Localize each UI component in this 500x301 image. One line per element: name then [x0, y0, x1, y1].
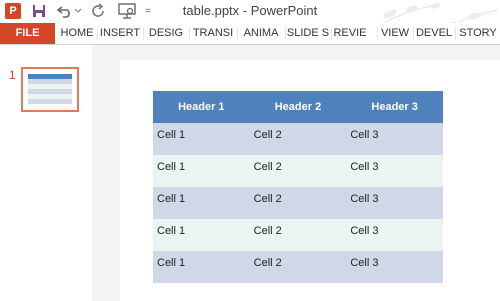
tab-animations[interactable]: ANIMA	[238, 23, 284, 44]
tab-storyline[interactable]: STORY	[456, 23, 500, 44]
table-cell[interactable]: Cell 1	[153, 251, 250, 283]
table-row: Cell 1 Cell 2 Cell 3	[153, 155, 443, 187]
table-cell[interactable]: Cell 2	[249, 155, 347, 187]
window-title: table.pptx - PowerPoint	[182, 3, 318, 18]
pane-splitter[interactable]	[92, 45, 120, 301]
table-cell[interactable]: Cell 1	[153, 155, 250, 187]
table-row: Cell 1 Cell 2 Cell 3	[153, 123, 443, 155]
table-cell[interactable]: Cell 1	[153, 219, 250, 251]
table-header-cell[interactable]: Header 1	[153, 91, 250, 123]
table-row: Cell 1 Cell 2 Cell 3	[153, 251, 443, 283]
table-header-cell[interactable]: Header 2	[249, 91, 347, 123]
table-cell[interactable]: Cell 1	[153, 123, 250, 155]
title-bar: P = table.pptx - PowerPoint	[0, 0, 500, 23]
tab-view[interactable]: VIEW	[378, 23, 412, 44]
table-cell[interactable]: Cell 2	[249, 123, 347, 155]
table-cell[interactable]: Cell 3	[346, 251, 443, 283]
table-cell[interactable]: Cell 3	[346, 155, 443, 187]
table-row: Cell 1 Cell 2 Cell 3	[153, 219, 443, 251]
tab-developer[interactable]: DEVEL	[414, 23, 454, 44]
tab-slide-show[interactable]: SLIDE S	[286, 23, 330, 44]
table-cell[interactable]: Cell 3	[346, 123, 443, 155]
table-cell[interactable]: Cell 3	[346, 219, 443, 251]
slide-table[interactable]: Header 1 Header 2 Header 3 Cell 1 Cell 2…	[153, 91, 443, 283]
thumbnail-table-preview-icon	[28, 74, 72, 104]
table-cell[interactable]: Cell 2	[249, 251, 347, 283]
table-row: Cell 1 Cell 2 Cell 3	[153, 187, 443, 219]
table-cell[interactable]: Cell 2	[249, 187, 347, 219]
table-header-row: Header 1 Header 2 Header 3	[153, 91, 443, 123]
tab-file[interactable]: FILE	[0, 23, 55, 44]
tab-transitions[interactable]: TRANSI	[190, 23, 236, 44]
ribbon-tabs: FILE HOME INSERT DESIG TRANSI ANIMA SLID…	[0, 23, 500, 45]
table-header-cell[interactable]: Header 3	[346, 91, 443, 123]
table-cell[interactable]: Cell 2	[249, 219, 347, 251]
table-cell[interactable]: Cell 3	[346, 187, 443, 219]
slide-number: 1	[9, 68, 16, 82]
tab-home[interactable]: HOME	[58, 23, 96, 44]
slide-thumbnail[interactable]	[21, 67, 79, 112]
tab-design[interactable]: DESIG	[144, 23, 188, 44]
tab-review[interactable]: REVIE	[332, 23, 368, 44]
tab-insert[interactable]: INSERT	[98, 23, 142, 44]
table-cell[interactable]: Cell 1	[153, 187, 250, 219]
